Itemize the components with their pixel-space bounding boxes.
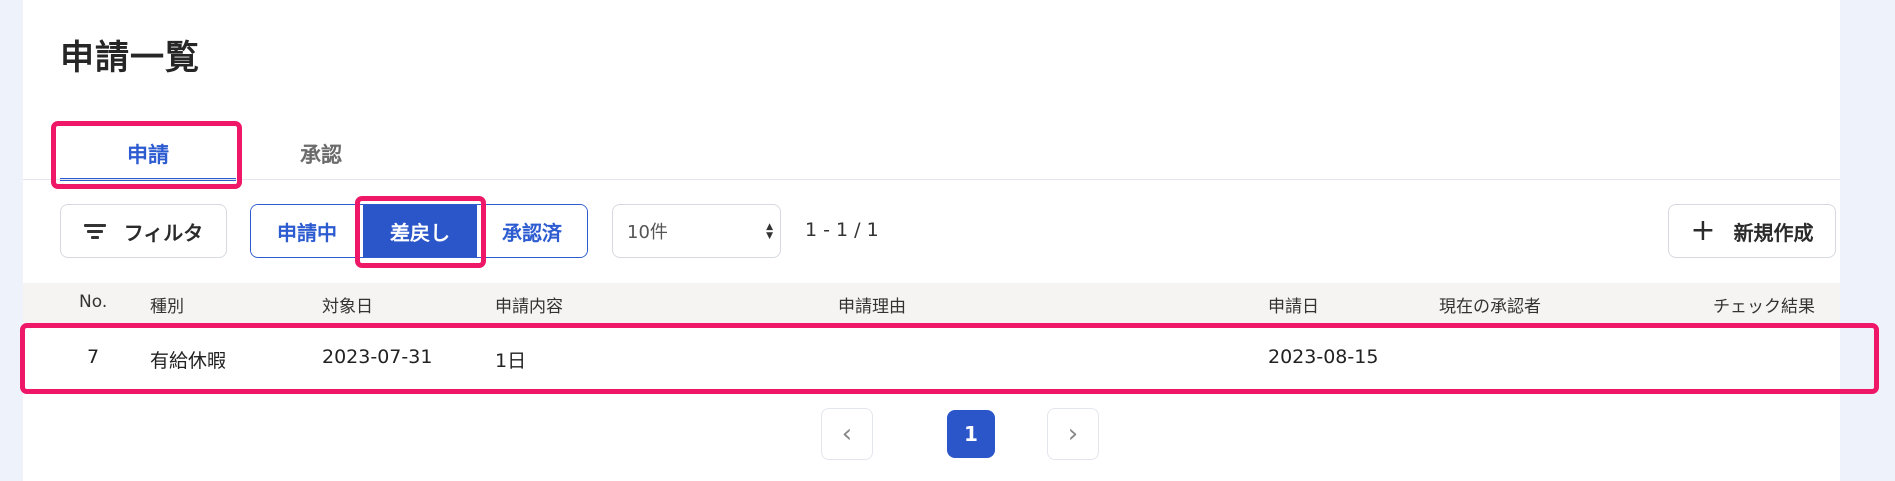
tab-approval[interactable]: 承認: [233, 140, 409, 178]
column-header-reason[interactable]: 申請理由: [838, 292, 906, 317]
tab-divider: [23, 179, 1840, 180]
page-size-value: 10件: [627, 222, 668, 243]
status-filter-pending[interactable]: 申請中: [251, 205, 363, 257]
status-filter-approved[interactable]: 承認済: [477, 205, 587, 257]
highlight-table-row: [20, 323, 1879, 394]
page-title: 申請一覧: [60, 38, 200, 78]
new-request-button[interactable]: + 新規作成: [1668, 204, 1836, 258]
select-arrows-icon: ▲ ▼: [766, 222, 773, 241]
page-container: 申請一覧 申請 承認 フィルタ 申請中 差戻し 承認済 10件 ▲ ▼ 1 - 1…: [23, 0, 1840, 481]
column-header-no[interactable]: No.: [79, 292, 107, 312]
highlight-status-returned: [355, 196, 486, 268]
filter-button-label: フィルタ: [123, 220, 204, 245]
column-header-type[interactable]: 種別: [150, 292, 184, 317]
column-header-current-approver[interactable]: 現在の承認者: [1439, 292, 1541, 317]
highlight-tab-application: [51, 121, 242, 189]
table-header: [23, 283, 1840, 324]
filter-icon: [83, 223, 106, 239]
new-request-label: 新規作成: [1733, 220, 1814, 245]
plus-icon: +: [1690, 213, 1716, 248]
chevron-left-icon: ‹: [841, 419, 853, 449]
result-range: 1 - 1 / 1: [805, 219, 879, 241]
column-header-content[interactable]: 申請内容: [495, 292, 563, 317]
column-header-target-date[interactable]: 対象日: [322, 292, 373, 317]
next-page-button[interactable]: ›: [1047, 408, 1099, 460]
page-size-select[interactable]: 10件 ▲ ▼: [612, 204, 781, 258]
chevron-right-icon: ›: [1067, 419, 1079, 449]
previous-page-button[interactable]: ‹: [821, 408, 873, 460]
column-header-applied-date[interactable]: 申請日: [1268, 292, 1319, 317]
column-header-check-result[interactable]: チェック結果: [1713, 292, 1815, 317]
page-number-button[interactable]: 1: [947, 410, 995, 458]
filter-button[interactable]: フィルタ: [60, 204, 227, 258]
